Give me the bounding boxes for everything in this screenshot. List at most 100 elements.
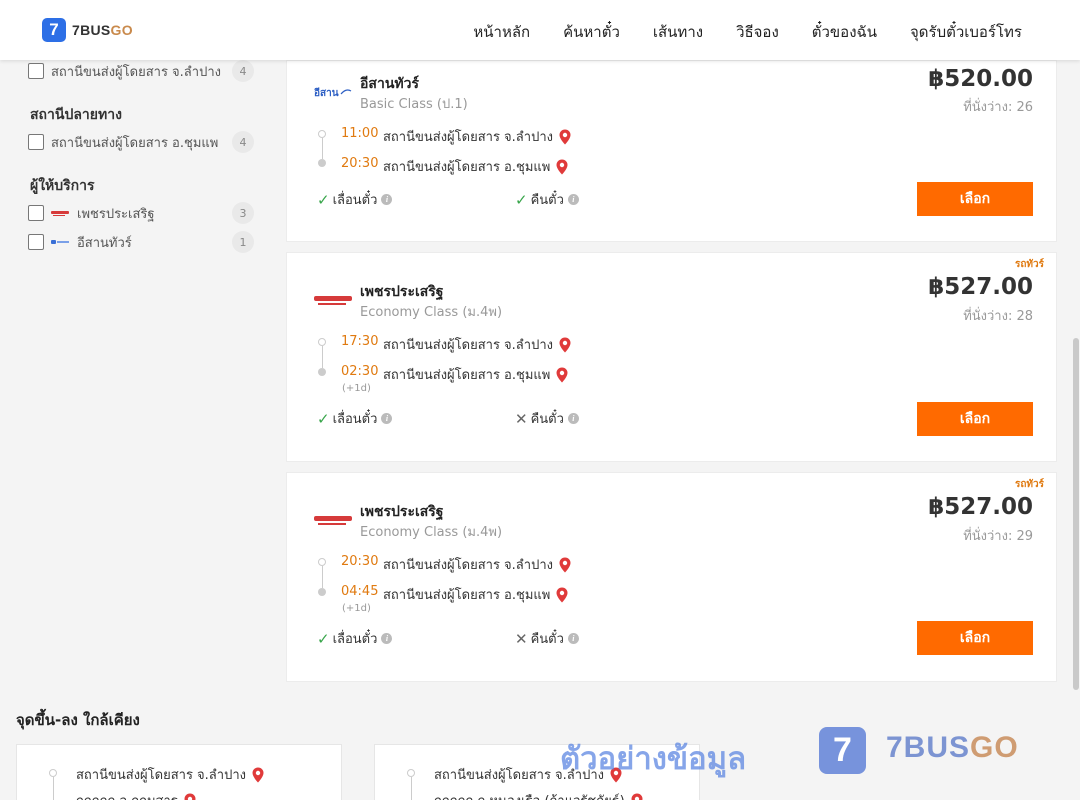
nav-how-to-book[interactable]: วิธีจอง [736,20,779,44]
nav-routes[interactable]: เส้นทาง [653,20,703,44]
filter-count: 3 [232,202,254,224]
logo-text: 7BUSGO [72,22,133,38]
change-ticket-policy[interactable]: ✓ เลื่อนตั๋ว i [317,189,393,210]
route-line [52,777,54,800]
route-line [410,777,412,800]
filter-count: 4 [232,60,254,82]
cross-icon: ✕ [515,409,528,428]
next-day-note: (+1d) [342,603,371,614]
operator-name: เพชรประเสริฐ [360,284,444,300]
nav-ticket-pickup[interactable]: จุดรับตั๋วเบอร์โทร [910,20,1022,44]
trip-price: ฿520.00 [928,66,1033,92]
change-ticket-policy[interactable]: ✓ เลื่อนตั๋ว i [317,408,393,429]
depart-dot [318,130,326,138]
arrive-dot [318,588,326,596]
depart-station: สถานีขนส่งผู้โดยสาร จ.ลำปาง [383,554,571,575]
site-logo[interactable]: 7 7BUSGO [42,18,133,42]
tour-bus-badge: รถทัวร์ [1014,479,1044,490]
filter-operator-isantour[interactable]: อีสานทัวร์ 1 [28,231,254,253]
checkbox[interactable] [28,63,44,79]
top-header: 7 7BUSGO หน้าหลัก ค้นหาตั๋ว เส้นทาง วิธี… [0,0,1080,60]
watermark-brand: 7BUSGO [886,731,1019,764]
filter-label: สถานีขนส่งผู้โดยสาร จ.ลำปาง [51,64,221,80]
seats-available: ที่นั่งว่าง: 29 [963,529,1033,544]
select-trip-button[interactable]: เลือก [917,621,1033,655]
nav-search-tickets[interactable]: ค้นหาตั๋ว [563,20,620,44]
checkbox[interactable] [28,234,44,250]
depart-dot [318,558,326,566]
arrive-time: 02:30 [341,364,379,379]
depart-dot [318,338,326,346]
arrive-station: สถานีขนส่งผู้โดยสาร อ.ชุมแพ [383,584,568,605]
filter-label: สถานีขนส่งผู้โดยสาร อ.ชุมแพ [51,135,219,151]
map-pin-icon[interactable] [556,367,568,383]
depart-station: สถานีขนส่งผู้โดยสาร จ.ลำปาง [383,334,571,355]
operator-name: เพชรประเสริฐ [360,504,444,520]
filter-operator-phetprasert[interactable]: เพชรประเสริฐ 3 [28,202,254,224]
map-pin-icon[interactable] [559,337,571,353]
change-ticket-policy[interactable]: ✓ เลื่อนตั๋ว i [317,628,393,649]
arrive-time: 04:45 [341,584,379,599]
trip-card: อีสาน อีสานทัวร์ Basic Class (ป.1) ฿520.… [286,60,1057,242]
logo-mark: 7 [42,18,66,42]
phetprasert-logo-icon [51,211,69,216]
filter-label: อีสานทัวร์ [77,235,132,251]
check-icon: ✓ [317,190,330,209]
depart-time: 20:30 [341,554,379,569]
checkbox[interactable] [28,134,44,150]
refund-ticket-policy[interactable]: ✕ คืนตั๋ว i [515,408,579,429]
info-icon[interactable]: i [381,413,393,424]
bus-class: Economy Class (ม.4พ) [360,525,503,540]
map-pin-icon[interactable] [556,587,568,603]
map-pin-icon[interactable] [559,129,571,145]
map-pin-icon[interactable] [559,557,571,573]
operator-name: อีสานทัวร์ [360,76,419,92]
arrive-dot [318,368,326,376]
nav-home[interactable]: หน้าหลัก [473,20,530,44]
nearby-to: ถถถถถ ถ.หนองเรือ (ถ้าแวรัชถัยธ์) [434,790,643,800]
depart-station: สถานีขนส่งผู้โดยสาร จ.ลำปาง [383,126,571,147]
isantour-logo-icon [51,240,69,244]
map-pin-icon[interactable] [556,159,568,175]
nearby-route-card[interactable]: สถานีขนส่งผู้โดยสาร จ.ลำปาง ถถถถถ จ.ถถมส… [16,744,342,800]
info-icon[interactable]: i [381,194,393,205]
phetprasert-logo-icon [314,516,352,525]
trip-price: ฿527.00 [928,274,1033,300]
nearby-from: สถานีขนส่งผู้โดยสาร จ.ลำปาง [76,764,264,785]
info-icon[interactable]: i [567,633,579,644]
filter-destination-station[interactable]: สถานีขนส่งผู้โดยสาร อ.ชุมแพ 4 [28,131,254,153]
refund-ticket-policy[interactable]: ✓ คืนตั๋ว i [515,189,579,210]
select-trip-button[interactable]: เลือก [917,182,1033,216]
arrive-time: 20:30 [341,156,379,171]
select-trip-button[interactable]: เลือก [917,402,1033,436]
route-line [321,138,323,159]
info-icon[interactable]: i [381,633,393,644]
operator-filter-title: ผู้ให้บริการ [30,178,95,194]
nav-my-tickets[interactable]: ตั๋วของฉัน [812,20,877,44]
route-line [321,566,323,588]
seats-available: ที่นั่งว่าง: 28 [963,309,1033,324]
cross-icon: ✕ [515,629,528,648]
filter-count: 1 [232,231,254,253]
arrive-dot [318,159,326,167]
filter-label: เพชรประเสริฐ [77,206,155,222]
check-icon: ✓ [515,190,528,209]
arrive-station: สถานีขนส่งผู้โดยสาร อ.ชุมแพ [383,156,568,177]
filter-count: 4 [232,131,254,153]
svg-text:อีสาน: อีสาน [314,87,339,99]
info-icon[interactable]: i [567,413,579,424]
destination-filter-title: สถานีปลายทาง [30,107,122,123]
depart-dot [49,769,57,777]
info-icon[interactable]: i [567,194,579,205]
page-scrollbar-thumb[interactable] [1073,338,1079,690]
map-pin-icon[interactable] [631,793,643,800]
refund-ticket-policy[interactable]: ✕ คืนตั๋ว i [515,628,579,649]
sample-data-watermark: ตัวอย่างข้อมูล [560,741,747,777]
map-pin-icon[interactable] [184,793,196,800]
tour-bus-badge: รถทัวร์ [1014,259,1044,270]
map-pin-icon[interactable] [252,767,264,783]
depart-dot [407,769,415,777]
seats-available: ที่นั่งว่าง: 26 [963,100,1033,115]
checkbox[interactable] [28,205,44,221]
filter-origin-station[interactable]: สถานีขนส่งผู้โดยสาร จ.ลำปาง 4 [28,60,254,82]
